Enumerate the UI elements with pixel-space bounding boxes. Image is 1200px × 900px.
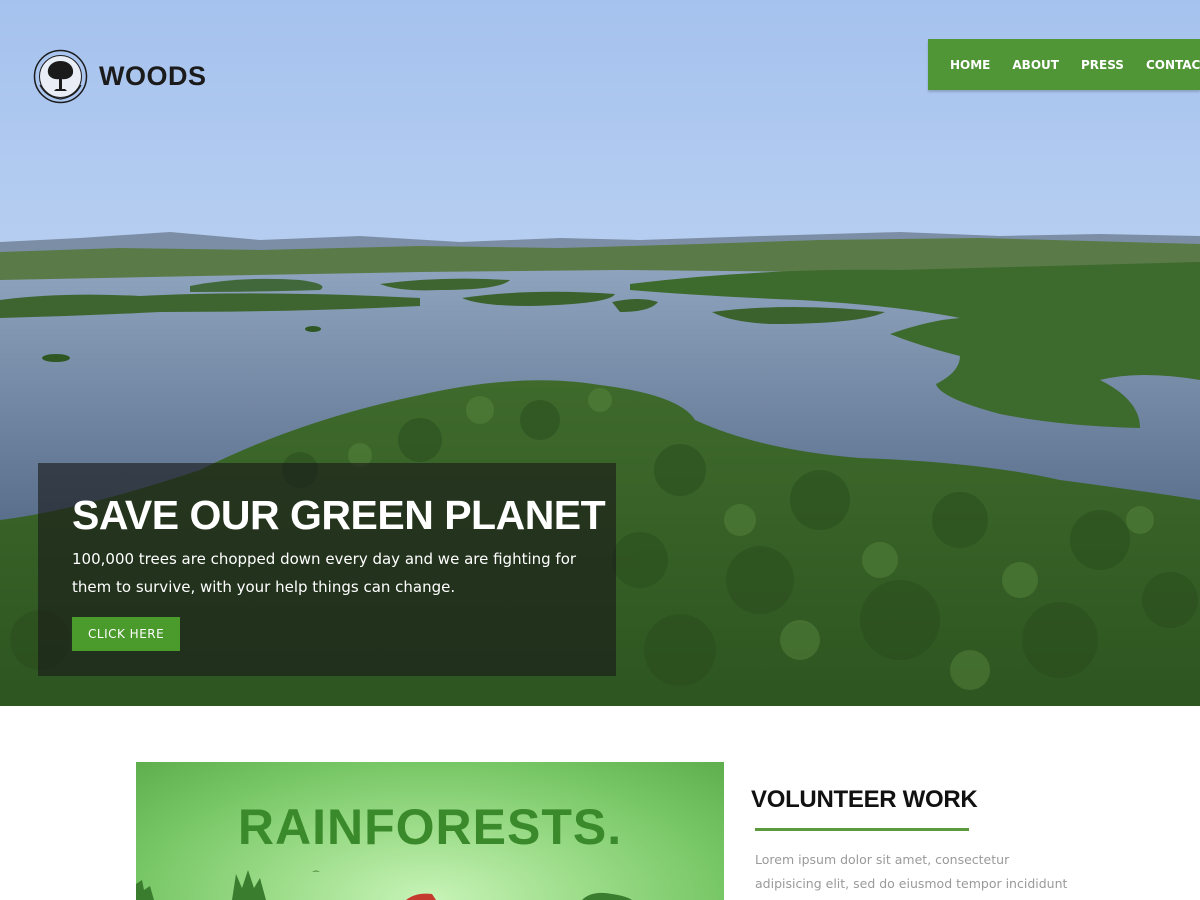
- hero-caption-box: SAVE OUR GREEN PLANET 100,000 trees are …: [38, 463, 616, 676]
- volunteer-title: VOLUNTEER WORK: [751, 786, 978, 813]
- nav-item-press[interactable]: PRESS: [1081, 58, 1124, 72]
- title-divider: [755, 828, 969, 831]
- nav-item-home[interactable]: HOME: [950, 58, 990, 72]
- volunteer-text: Lorem ipsum dolor sit amet, consectetur …: [755, 852, 1068, 891]
- click-here-button[interactable]: CLICK HERE: [72, 617, 181, 651]
- hero-title: SAVE OUR GREEN PLANET: [72, 492, 606, 538]
- main-nav: HOME ABOUT PRESS CONTACT: [928, 39, 1200, 90]
- nav-item-contact[interactable]: CONTACT: [1146, 58, 1200, 72]
- hero-section: WOODS HOME ABOUT PRESS CONTACT SAVE OUR …: [0, 0, 1200, 706]
- volunteer-section: VOLUNTEER WORK Lorem ipsum dolor sit ame…: [751, 786, 1081, 900]
- tree-emblem-icon: [33, 49, 88, 104]
- rainforests-feature-image[interactable]: RAINFORESTS.: [136, 762, 724, 900]
- rainforest-silhouette-icon: [136, 870, 632, 900]
- hero-description: 100,000 trees are chopped down every day…: [72, 550, 577, 596]
- brand-logo[interactable]: WOODS: [32, 49, 207, 104]
- nav-item-about[interactable]: ABOUT: [1012, 58, 1059, 72]
- brand-name: WOODS: [99, 61, 207, 91]
